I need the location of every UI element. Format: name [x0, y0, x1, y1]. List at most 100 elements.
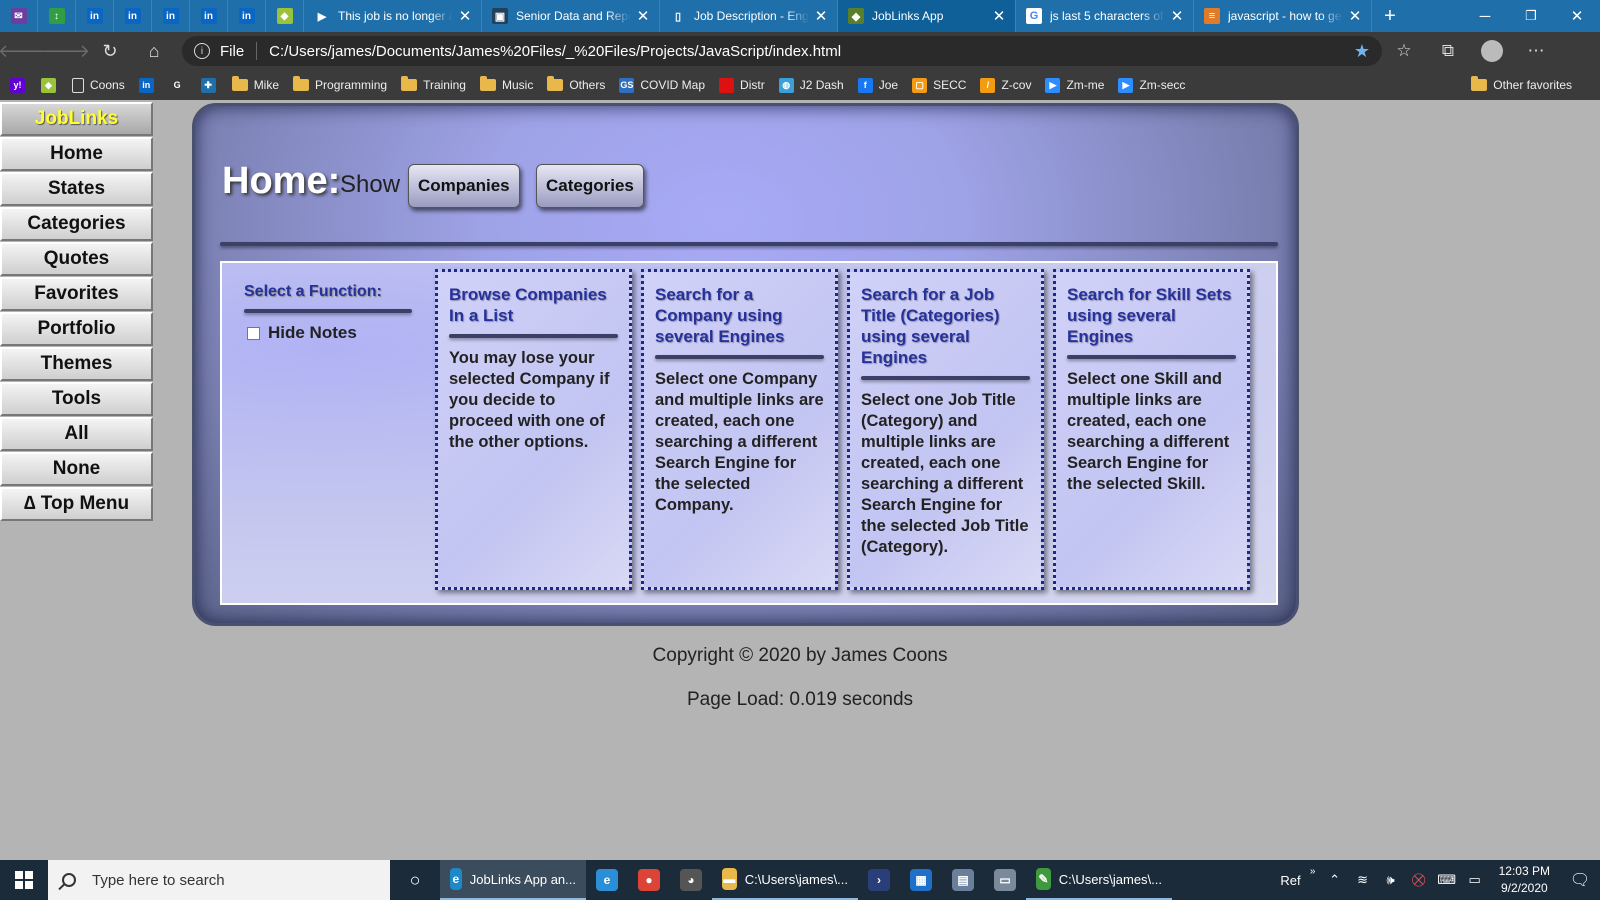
sidebar-item-quotes[interactable]: Quotes: [0, 242, 153, 276]
pinned-tab[interactable]: in: [152, 0, 190, 32]
bookmark-item[interactable]: Coons: [72, 77, 125, 93]
close-tab-icon[interactable]: ✕: [1347, 7, 1363, 25]
pinned-tab[interactable]: in: [228, 0, 266, 32]
pinned-tab[interactable]: in: [114, 0, 152, 32]
taskbar-app[interactable]: ◕: [670, 860, 712, 900]
profile-avatar[interactable]: [1470, 32, 1514, 70]
sidebar-item-all[interactable]: All: [0, 417, 153, 451]
taskbar-app[interactable]: e: [586, 860, 628, 900]
taskbar-app[interactable]: ›: [858, 860, 900, 900]
volume-icon[interactable]: 🕪: [1377, 872, 1405, 888]
forward-button[interactable]: 🡒: [42, 32, 90, 70]
close-tab-icon[interactable]: ✕: [1169, 7, 1185, 25]
function-card[interactable]: Browse Companies In a List You may lose y…: [435, 269, 632, 590]
close-tab-icon[interactable]: ✕: [635, 7, 651, 25]
back-button[interactable]: 🡐: [0, 32, 46, 70]
pinned-tab[interactable]: ↕: [38, 0, 76, 32]
browser-tab[interactable]: Gjs last 5 characters of string ✕: [1016, 0, 1194, 32]
companies-button[interactable]: Companies: [408, 164, 520, 208]
restore-button[interactable]: ❐: [1508, 0, 1554, 32]
taskbar-app[interactable]: ▦: [900, 860, 942, 900]
bookmark-item[interactable]: Mike: [231, 76, 279, 92]
sidebar-item-home[interactable]: Home: [0, 137, 153, 171]
taskbar-search-input[interactable]: Type here to search: [48, 860, 390, 900]
sidebar-item-favorites[interactable]: Favorites: [0, 277, 153, 311]
sidebar-item-top-menu[interactable]: ∆ Top Menu: [0, 487, 153, 521]
bookmark-item[interactable]: ◆: [41, 77, 62, 93]
bookmark-item[interactable]: ▶ Zm-secc: [1118, 77, 1185, 93]
start-button[interactable]: [0, 860, 48, 900]
function-card-title[interactable]: Search for Skill Sets using several Engi…: [1067, 284, 1236, 347]
bookmark-item[interactable]: ◍ J2 Dash: [778, 77, 844, 93]
bookmark-item[interactable]: Music: [479, 76, 533, 92]
sidebar-item-none[interactable]: None: [0, 452, 153, 486]
wifi-icon[interactable]: ≋: [1349, 872, 1377, 888]
bookmark-item[interactable]: / Z-cov: [980, 77, 1031, 93]
collections-icon[interactable]: ⧉: [1426, 32, 1470, 70]
tray-expand-icon[interactable]: »: [1305, 866, 1321, 877]
bookmark-item[interactable]: y!: [10, 77, 31, 93]
bookmark-item[interactable]: ✚: [200, 77, 222, 93]
bookmark-item[interactable]: ▶ Zm-me: [1045, 77, 1104, 93]
browser-tab[interactable]: ▶ This job is no longer available ✕: [304, 0, 482, 32]
pinned-tab[interactable]: in: [190, 0, 228, 32]
brand-logo[interactable]: JobLinks: [0, 102, 153, 136]
close-window-button[interactable]: ✕: [1554, 0, 1600, 32]
taskbar-app[interactable]: ▬ C:\Users\james\...: [712, 860, 858, 900]
bookmark-item[interactable]: GS COVID Map: [619, 77, 705, 93]
bookmark-item[interactable]: Training: [401, 76, 466, 92]
home-icon[interactable]: ⌂: [132, 32, 176, 70]
notification-icon[interactable]: 🗨: [1560, 860, 1600, 900]
categories-button[interactable]: Categories: [536, 164, 644, 208]
refresh-button[interactable]: ↻: [88, 32, 132, 70]
chevron-up-icon[interactable]: ⌃: [1321, 872, 1349, 888]
minimize-button[interactable]: ─: [1462, 0, 1508, 32]
sidebar-item-categories[interactable]: Categories: [0, 207, 153, 241]
tray-toolbar-label[interactable]: Ref: [1276, 873, 1304, 888]
bookmark-item[interactable]: Programming: [293, 76, 387, 92]
pinned-tab[interactable]: ◆: [266, 0, 304, 32]
pinned-tab[interactable]: ✉: [0, 0, 38, 32]
sidebar-item-portfolio[interactable]: Portfolio: [0, 312, 153, 346]
hide-notes-checkbox[interactable]: Hide Notes: [244, 323, 412, 343]
sidebar-item-themes[interactable]: Themes: [0, 347, 153, 381]
function-card[interactable]: Search for a Company using several Engin…: [641, 269, 838, 590]
taskbar-app[interactable]: ▤: [942, 860, 984, 900]
function-card[interactable]: Search for a Job Title (Categories) usin…: [847, 269, 1044, 590]
function-card-title[interactable]: Search for a Company using several Engin…: [655, 284, 824, 347]
close-tab-icon[interactable]: ✕: [813, 7, 829, 25]
function-card-title[interactable]: Browse Companies In a List: [449, 284, 618, 326]
taskbar-app[interactable]: ○: [390, 860, 440, 900]
favorite-star-icon[interactable]: ★: [1354, 41, 1370, 62]
close-tab-icon[interactable]: ✕: [991, 7, 1007, 25]
new-tab-button[interactable]: +: [1372, 0, 1408, 32]
favorites-icon[interactable]: ☆: [1382, 32, 1426, 70]
display-icon[interactable]: ▭: [1461, 872, 1489, 888]
browser-tab[interactable]: ▣ Senior Data and Reporting Analyst ✕: [482, 0, 660, 32]
bookmark-item[interactable]: in: [138, 77, 160, 93]
taskbar-app[interactable]: ▭: [984, 860, 1026, 900]
security-icon[interactable]: ⛒: [1405, 872, 1433, 888]
function-card[interactable]: Search for Skill Sets using several Engi…: [1053, 269, 1250, 590]
bookmark-item[interactable]: G: [169, 77, 191, 93]
bookmark-item[interactable]: f Joe: [857, 77, 898, 93]
bookmark-item[interactable]: Others: [547, 76, 605, 92]
url-text[interactable]: C:/Users/james/Documents/James%20Files/_…: [269, 43, 841, 60]
sidebar-item-states[interactable]: States: [0, 172, 153, 206]
info-icon[interactable]: i: [194, 43, 210, 59]
function-card-title[interactable]: Search for a Job Title (Categories) usin…: [861, 284, 1030, 368]
clock[interactable]: 12:03 PM 9/2/2020: [1499, 863, 1550, 897]
other-favorites-folder[interactable]: Other favorites: [1471, 70, 1572, 100]
checkbox-icon[interactable]: [247, 326, 260, 340]
taskbar-app[interactable]: ✎ C:\Users\james\...: [1026, 860, 1172, 900]
browser-tab[interactable]: ◆ JobLinks App ✕: [838, 0, 1016, 32]
browser-tab[interactable]: ≡ javascript - how to get last ✕: [1194, 0, 1372, 32]
browser-tab[interactable]: ▯ Job Description - Engineer ✕: [660, 0, 838, 32]
taskbar-app[interactable]: e JobLinks App an...: [440, 860, 586, 900]
keyboard-icon[interactable]: ⌨: [1433, 872, 1461, 888]
bookmark-item[interactable]: Distr: [719, 77, 765, 93]
pinned-tab[interactable]: in: [76, 0, 114, 32]
close-tab-icon[interactable]: ✕: [457, 7, 473, 25]
url-input[interactable]: i File C:/Users/james/Documents/James%20…: [182, 36, 1382, 66]
taskbar-app[interactable]: ●: [628, 860, 670, 900]
